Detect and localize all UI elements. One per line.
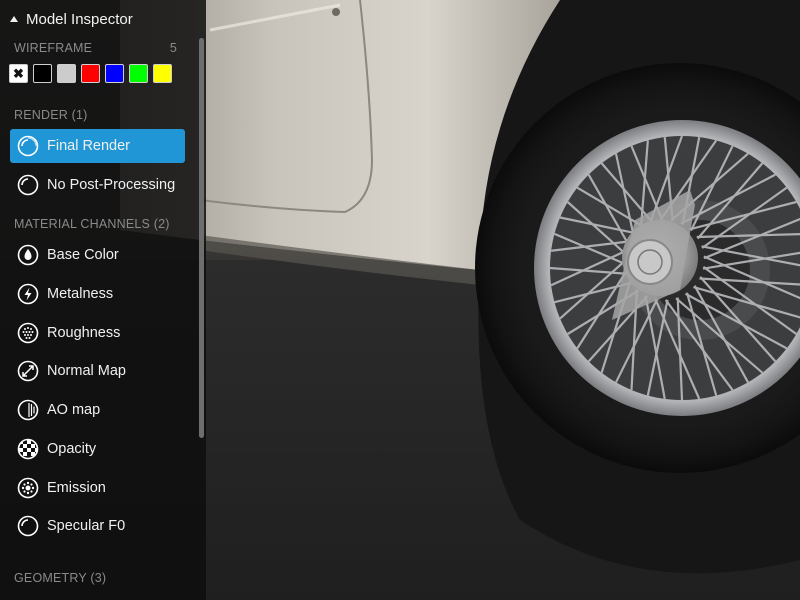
material-item-label: Emission — [47, 479, 106, 496]
panel-header[interactable]: Model Inspector — [0, 0, 206, 38]
material-section-label: MATERIAL CHANNELS (2) — [14, 217, 170, 232]
material-item-label: AO map — [47, 402, 101, 419]
material-item-label: Normal Map — [47, 363, 126, 380]
wireframe-swatch-blue[interactable] — [105, 64, 124, 83]
panel-title: Model Inspector — [26, 10, 133, 28]
material-item-normal-map[interactable]: Normal Map — [10, 354, 185, 388]
emission-icon — [16, 476, 40, 500]
final-render-icon — [16, 134, 40, 158]
wireframe-count: 5 — [169, 41, 177, 55]
ao-map-icon — [16, 398, 40, 422]
material-item-base-color[interactable]: Base Color — [10, 238, 185, 272]
material-item-ao-map[interactable]: AO map — [10, 393, 185, 427]
wireframe-section-label: WIREFRAME 5 — [0, 38, 206, 58]
material-item-label: Specular F0 — [47, 518, 126, 535]
wireframe-swatch-black[interactable] — [33, 64, 52, 83]
wireframe-swatches: ✖ — [0, 64, 206, 83]
close-icon: ✖ — [13, 66, 24, 81]
no-post-processing-icon — [16, 173, 40, 197]
opacity-icon — [16, 437, 40, 461]
material-item-metalness[interactable]: Metalness — [10, 277, 185, 311]
model-inspector-panel: Model Inspector WIREFRAME 5 ✖ RENDER (1)… — [0, 0, 206, 600]
render-item-final-render[interactable]: Final Render — [10, 129, 185, 163]
material-item-specular-f0[interactable]: Specular F0 — [10, 509, 185, 543]
normal-map-icon — [16, 359, 40, 383]
geometry-section-label: GEOMETRY (3) — [14, 570, 107, 585]
material-item-label: Metalness — [47, 286, 114, 303]
render-item-no-post-processing[interactable]: No Post-Processing — [10, 168, 185, 202]
material-item-opacity[interactable]: Opacity — [10, 432, 185, 466]
panel-scrollbar[interactable] — [199, 38, 204, 438]
roughness-icon — [16, 321, 40, 345]
material-item-label: Base Color — [47, 247, 119, 264]
render-item-label: No Post-Processing — [47, 176, 176, 193]
material-item-label: Opacity — [47, 440, 97, 457]
material-item-roughness[interactable]: Roughness — [10, 316, 185, 350]
render-section-label: RENDER (1) — [14, 108, 88, 122]
wireframe-label: WIREFRAME — [14, 41, 93, 55]
wireframe-swatch-yellow[interactable] — [153, 64, 172, 83]
material-item-label: Roughness — [47, 324, 121, 341]
metalness-icon — [16, 282, 40, 306]
collapse-caret-icon[interactable] — [10, 16, 18, 22]
wireframe-swatch-red[interactable] — [81, 64, 100, 83]
material-item-emission[interactable]: Emission — [10, 471, 185, 505]
render-item-label: Final Render — [47, 138, 131, 154]
wireframe-swatch-none[interactable]: ✖ — [9, 64, 28, 83]
specular-f0-icon — [16, 514, 40, 538]
base-color-icon — [16, 243, 40, 267]
wireframe-swatch-green[interactable] — [129, 64, 148, 83]
wireframe-swatch-grey[interactable] — [57, 64, 76, 83]
